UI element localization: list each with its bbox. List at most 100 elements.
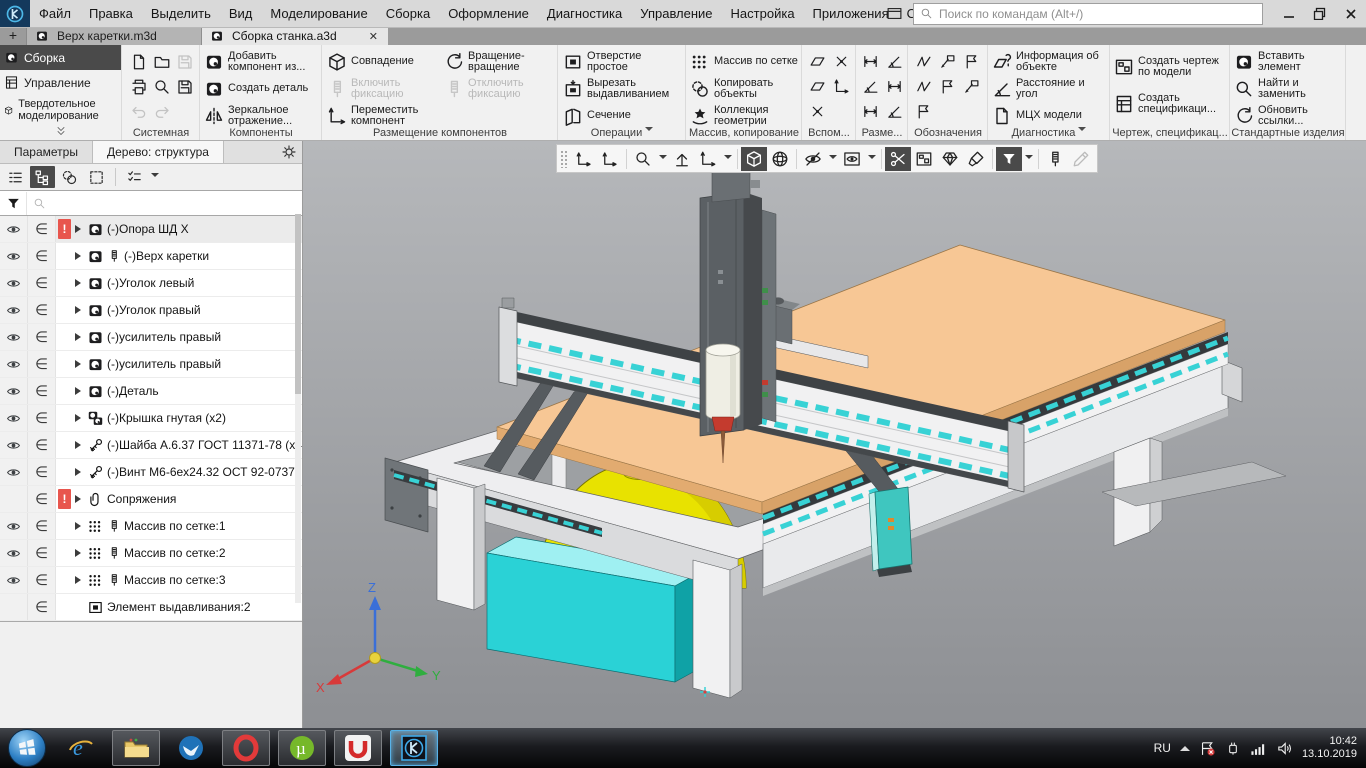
close-button[interactable] [1335, 0, 1366, 27]
preview-button[interactable] [151, 76, 173, 98]
mode-assembly[interactable]: Сборка [0, 45, 121, 70]
tree-row[interactable]: ∈(-)Уголок правый [0, 297, 302, 324]
tree-row[interactable]: ∈Массив по сетке:1 [0, 513, 302, 540]
wireframe-view-button[interactable] [767, 147, 793, 171]
geometry-collection-button[interactable]: Коллекция геометрии [688, 102, 800, 129]
new-document-button[interactable] [128, 51, 150, 73]
menu-edit[interactable]: Правка [80, 0, 142, 27]
visibility-eye-icon[interactable] [0, 459, 28, 485]
hide-dropdown-icon[interactable] [826, 147, 839, 171]
section-button[interactable]: Сечение [561, 102, 685, 129]
expand-arrow[interactable] [73, 333, 87, 341]
conditional-mark-button[interactable] [912, 101, 934, 123]
tree-row[interactable]: ∈(-)Крышка гнутая (x2) [0, 405, 302, 432]
tree-row[interactable]: ∈Массив по сетке:3 [0, 567, 302, 594]
expand-arrow[interactable] [73, 252, 87, 260]
print-button[interactable] [128, 76, 150, 98]
section-display-button[interactable] [885, 147, 911, 171]
construction-plane-button[interactable] [806, 51, 828, 73]
expand-arrow[interactable] [73, 279, 87, 287]
find-replace-button[interactable]: Найти и заменить [1232, 75, 1344, 102]
visibility-eye-icon[interactable] [0, 513, 28, 539]
expand-arrow[interactable] [73, 549, 87, 557]
tree-scrollbar[interactable] [295, 214, 301, 603]
command-search-input[interactable] [937, 6, 1262, 22]
local-cs-button[interactable] [830, 76, 852, 98]
mass-properties-button[interactable]: МЦХ модели [990, 102, 1108, 129]
network-signal-icon[interactable] [1250, 741, 1267, 756]
expand-arrow[interactable] [73, 360, 87, 368]
window-layout-icon[interactable] [881, 3, 907, 25]
orientation-button[interactable] [669, 147, 695, 171]
taskbar-utorrent-icon[interactable]: µ [278, 730, 326, 766]
refresh-links-button[interactable]: Обновить ссылки... [1232, 102, 1344, 129]
mode-solid-modeling[interactable]: Твердотельное моделирование [0, 95, 121, 125]
speaker-icon[interactable] [1276, 740, 1293, 757]
show-dropdown-icon[interactable] [865, 147, 878, 171]
visibility-eye-icon[interactable] [0, 405, 28, 431]
action-center-flag-icon[interactable] [1199, 740, 1216, 757]
zoom-dropdown-icon[interactable] [656, 147, 669, 171]
create-drawing-from-model-button[interactable]: Создать чертеж по модели [1112, 53, 1228, 80]
menu-select[interactable]: Выделить [142, 0, 220, 27]
move-dropdown-icon[interactable] [721, 147, 734, 171]
insert-element-button[interactable]: Вставить элемент [1232, 48, 1344, 75]
tree-row[interactable]: ∈(-)Верх каретки [0, 243, 302, 270]
expand-arrow[interactable] [73, 387, 87, 395]
add-component-from-file-button[interactable]: Добавить компонент из... [202, 48, 320, 75]
construction-point-button[interactable] [830, 51, 852, 73]
save-button[interactable] [174, 51, 196, 73]
tree-relations-button[interactable] [57, 166, 82, 188]
tab-parameters[interactable]: Параметры [0, 140, 93, 163]
marking-button[interactable] [912, 76, 934, 98]
menu-view[interactable]: Вид [220, 0, 262, 27]
diagnostics-dropdown-icon[interactable] [1078, 127, 1086, 135]
shaded-view-button[interactable] [741, 147, 767, 171]
redo-button[interactable] [151, 101, 173, 123]
roughness-button[interactable] [912, 51, 934, 73]
dimension-chain-button[interactable] [883, 101, 905, 123]
local-cs-button[interactable] [597, 147, 623, 171]
position-label-button[interactable] [936, 76, 958, 98]
menu-diagnostics[interactable]: Диагностика [538, 0, 631, 27]
grid-array-button[interactable]: Массив по сетке [688, 48, 800, 75]
menu-styling[interactable]: Оформление [439, 0, 538, 27]
hide-objects-button[interactable] [800, 147, 826, 171]
tab-verh-karetki[interactable]: Верх каретки.m3d [27, 27, 202, 45]
start-button[interactable] [8, 729, 46, 767]
tree-filter-dropdown-icon[interactable] [151, 173, 159, 181]
expand-arrow[interactable] [73, 414, 87, 422]
origin-cs-button[interactable] [571, 147, 597, 171]
visibility-eye-icon[interactable] [0, 243, 28, 269]
new-tab-button[interactable]: + [0, 27, 27, 45]
restore-button[interactable] [1304, 0, 1335, 27]
tab-sborka-stanka[interactable]: Сборка станка.a3d ✕ [202, 27, 388, 45]
language-indicator[interactable]: RU [1154, 741, 1171, 755]
expand-arrow[interactable] [73, 576, 87, 584]
dimension-grid-button[interactable] [859, 101, 881, 123]
leader-line-button[interactable] [936, 51, 958, 73]
visibility-eye-icon[interactable] [0, 540, 28, 566]
copy-objects-button[interactable]: Копировать объекты [688, 75, 800, 102]
create-part-button[interactable]: Создать деталь [202, 75, 320, 102]
rotation-rotation-mate-button[interactable]: Вращение-вращение [442, 48, 554, 75]
toolbar-grip-handle[interactable] [560, 150, 568, 168]
undo-button[interactable] [128, 101, 150, 123]
visibility-eye-icon[interactable] [0, 432, 28, 458]
taskbar-explorer-icon[interactable] [112, 730, 160, 766]
minimize-button[interactable] [1273, 0, 1304, 27]
tree-filter-input[interactable] [27, 191, 302, 215]
panel-gear-icon[interactable] [276, 140, 302, 163]
visibility-eye-icon[interactable] [0, 270, 28, 296]
tree-row[interactable]: ∈(-)усилитель правый [0, 351, 302, 378]
eyedropper-button[interactable] [1068, 147, 1094, 171]
taskbar-uplay-icon[interactable] [334, 730, 382, 766]
cyan-panel-part[interactable] [869, 487, 912, 577]
tree-selection-button[interactable] [84, 166, 109, 188]
expand-arrow[interactable] [73, 495, 87, 503]
tab-tree-structure[interactable]: Дерево: структура [93, 140, 224, 163]
distance-angle-button[interactable]: Расстояние и угол [990, 75, 1108, 102]
open-document-button[interactable] [151, 51, 173, 73]
taskbar-opera-icon[interactable] [222, 730, 270, 766]
tree-row[interactable]: ∈Элемент выдавливания:2 [0, 594, 302, 621]
